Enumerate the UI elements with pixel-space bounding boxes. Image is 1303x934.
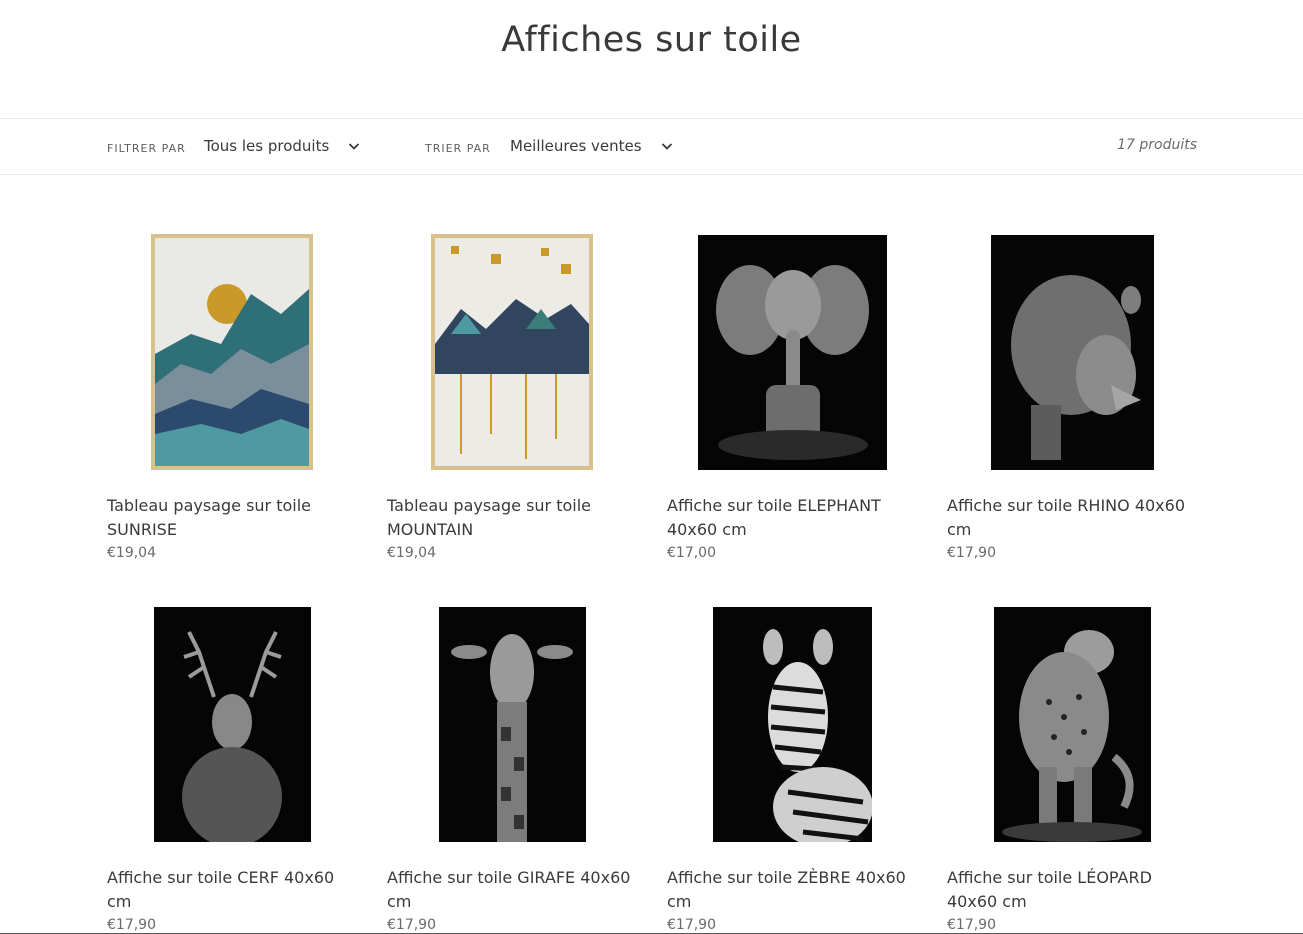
filter-select[interactable]: Tous les produits	[204, 137, 361, 155]
product-price: €19,04	[107, 545, 156, 561]
page-title: Affiches sur toile	[501, 20, 802, 60]
product-image[interactable]	[667, 232, 917, 472]
giraffe-bw-image	[438, 606, 586, 842]
product-title[interactable]: Affiche sur toile CERF 40x60 cm	[107, 866, 357, 914]
product-price: €17,90	[387, 917, 436, 933]
leopard-bw-image	[993, 606, 1151, 842]
product-image[interactable]	[947, 604, 1197, 844]
filter-label: FILTRER PAR	[107, 142, 186, 155]
collection-toolbar: FILTRER PAR Tous les produits TRIER PAR …	[0, 118, 1303, 175]
product-price: €19,04	[387, 545, 436, 561]
product-image[interactable]	[947, 232, 1197, 472]
product-image[interactable]	[107, 232, 357, 472]
abstract-sunrise-mountains-image	[151, 234, 313, 470]
product-price: €17,90	[947, 917, 996, 933]
product-image[interactable]	[387, 604, 637, 844]
elephant-bw-image	[697, 234, 887, 470]
sort-select[interactable]: Meilleures ventes	[510, 137, 674, 155]
chevron-down-icon	[660, 139, 674, 153]
product-price: €17,90	[107, 917, 156, 933]
product-title[interactable]: Affiche sur toile ELEPHANT 40x60 cm	[667, 494, 917, 542]
product-price: €17,00	[667, 545, 716, 561]
product-title[interactable]: Tableau paysage sur toile SUNRISE	[107, 494, 357, 542]
product-image[interactable]	[387, 232, 637, 472]
rhino-bw-image	[990, 234, 1154, 470]
zebra-bw-image	[712, 606, 872, 842]
deer-bw-image	[153, 606, 311, 842]
chevron-down-icon	[347, 139, 361, 153]
filter-value: Tous les produits	[204, 137, 330, 155]
product-title[interactable]: Affiche sur toile RHINO 40x60 cm	[947, 494, 1197, 542]
product-image[interactable]	[667, 604, 917, 844]
sort-value: Meilleures ventes	[510, 137, 642, 155]
sort-label: TRIER PAR	[425, 142, 491, 155]
product-image[interactable]	[107, 604, 357, 844]
product-price: €17,90	[667, 917, 716, 933]
product-title[interactable]: Affiche sur toile ZÈBRE 40x60 cm	[667, 866, 917, 914]
product-count: 17 produits	[1117, 137, 1197, 153]
abstract-gold-mountains-image	[431, 234, 593, 470]
product-price: €17,90	[947, 545, 996, 561]
product-title[interactable]: Tableau paysage sur toile MOUNTAIN	[387, 494, 637, 542]
product-title[interactable]: Affiche sur toile GIRAFE 40x60 cm	[387, 866, 637, 914]
product-title[interactable]: Affiche sur toile LÉOPARD 40x60 cm	[947, 866, 1197, 914]
